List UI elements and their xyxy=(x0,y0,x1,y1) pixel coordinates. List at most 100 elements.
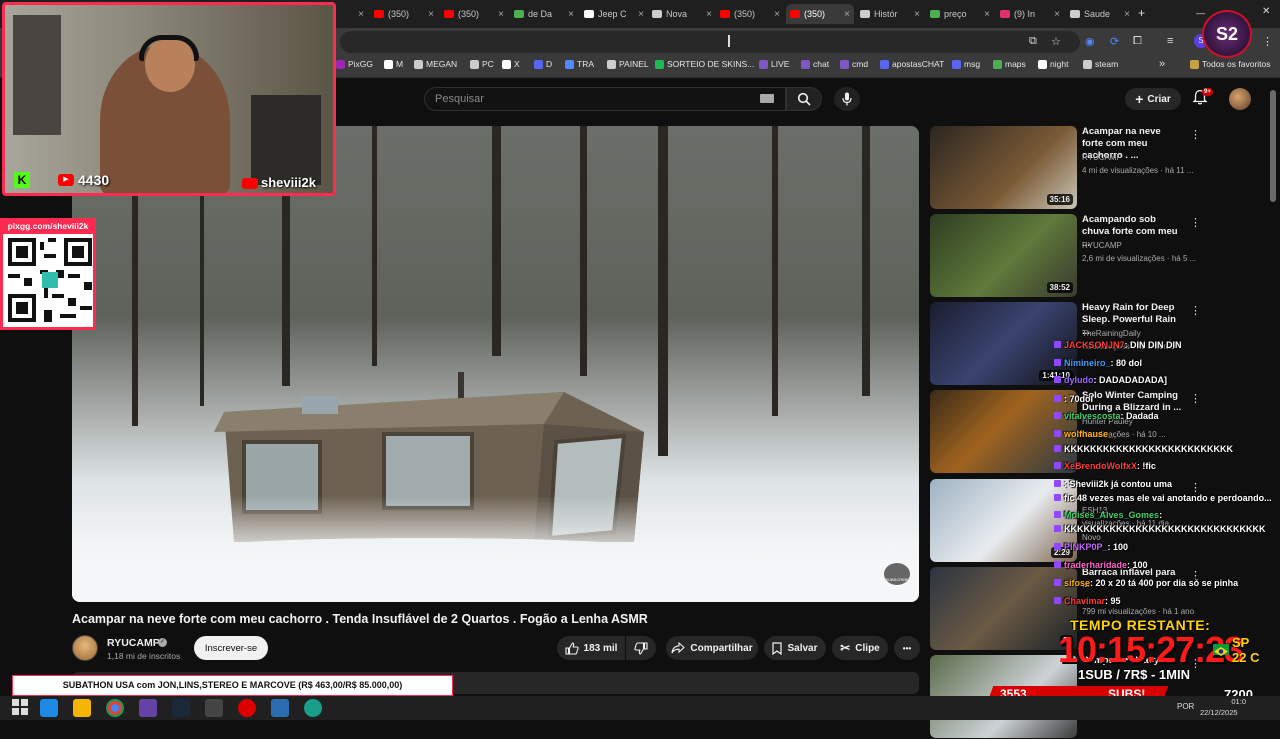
new-tab-button[interactable]: + xyxy=(1138,6,1145,20)
tab-close-icon[interactable]: × xyxy=(1054,9,1060,20)
tab-close-icon[interactable]: × xyxy=(844,9,850,20)
tab-close-icon[interactable]: × xyxy=(774,9,780,20)
bookmark-favicon-icon xyxy=(759,59,768,69)
save-button[interactable]: Salvar xyxy=(764,636,826,660)
recommended-video[interactable]: 38:52 Acampando sob chuva forte com meu .… xyxy=(930,214,1201,298)
tab-close-icon[interactable]: × xyxy=(984,9,990,20)
bookmark-item[interactable]: MEGAN xyxy=(414,59,457,69)
search-input[interactable]: Pesquisar xyxy=(424,87,786,111)
video-thumbnail[interactable]: 35:16 xyxy=(930,126,1077,209)
browser-tab[interactable]: Nova × xyxy=(648,4,716,24)
video-menu-icon[interactable]: ⋮ xyxy=(1190,128,1201,141)
bookmark-item[interactable]: M xyxy=(384,59,403,69)
browser-tab[interactable]: (350) × xyxy=(440,4,508,24)
video-menu-icon[interactable]: ⋮ xyxy=(1190,216,1201,229)
subscribe-button[interactable]: Inscrever-se xyxy=(194,636,268,660)
browser-tab[interactable]: (350) × xyxy=(716,4,784,24)
bookmark-favicon-icon xyxy=(1083,59,1092,69)
tab-close-icon[interactable]: × xyxy=(568,9,574,20)
search-button[interactable] xyxy=(786,87,822,111)
close-window-icon[interactable]: ✕ xyxy=(1262,6,1270,17)
browser-tab[interactable]: (350) × xyxy=(370,4,438,24)
share-button[interactable]: Compartilhar xyxy=(666,636,758,660)
bookmark-item[interactable]: PixGG xyxy=(336,59,373,69)
bookmark-item[interactable]: PC xyxy=(470,59,494,69)
subscribe-watermark[interactable]: SUBSCRIBE xyxy=(884,563,910,585)
browser-tab[interactable]: de Da × xyxy=(510,4,578,24)
windows-store-icon[interactable] xyxy=(40,699,58,717)
chrome-icon[interactable] xyxy=(106,699,124,717)
app-icon[interactable] xyxy=(304,699,322,717)
tab-favicon-icon xyxy=(584,10,594,18)
file-explorer-icon[interactable] xyxy=(73,699,91,717)
minimize-icon[interactable]: — xyxy=(1196,8,1205,18)
extension-audio-icon[interactable]: ◉ xyxy=(1085,35,1095,48)
create-button[interactable]: + Criar xyxy=(1125,88,1181,110)
address-input[interactable] xyxy=(340,31,1080,53)
bookmark-item[interactable]: cmd xyxy=(840,59,868,69)
install-icon[interactable]: ⧉ xyxy=(1029,35,1037,48)
clock-time[interactable]: 01:0 xyxy=(1212,697,1246,706)
bookmark-item[interactable]: msg xyxy=(952,59,980,69)
bookmark-item[interactable]: LIVE xyxy=(759,59,789,69)
keyboard-language[interactable]: POR xyxy=(1177,702,1194,711)
all-favorites-folder[interactable]: Todos os favoritos xyxy=(1190,59,1271,69)
bookmark-item[interactable]: X xyxy=(502,59,520,69)
page-scrollbar[interactable] xyxy=(1270,90,1276,202)
bookmark-item[interactable]: apostasCHAT xyxy=(880,59,944,69)
tab-close-icon[interactable]: × xyxy=(428,9,434,20)
tab-close-icon[interactable]: × xyxy=(638,9,644,20)
bookmark-star-icon[interactable]: ☆ xyxy=(1051,35,1061,48)
account-avatar[interactable] xyxy=(1229,88,1251,110)
browser-tab[interactable]: (350) × xyxy=(786,4,854,24)
bookmark-item[interactable]: night xyxy=(1038,59,1068,69)
app-icon[interactable] xyxy=(205,699,223,717)
tab-close-icon[interactable]: × xyxy=(914,9,920,20)
bookmark-item[interactable]: maps xyxy=(993,59,1026,69)
recording-app-icon[interactable] xyxy=(238,699,256,717)
dislike-button[interactable] xyxy=(626,636,656,660)
recommended-channel[interactable]: RYUCAMP xyxy=(1082,153,1122,162)
recommended-video[interactable]: 35:16 Acampar na neve forte com meu cacho… xyxy=(930,126,1201,210)
channel-avatar[interactable] xyxy=(72,635,98,661)
like-button[interactable]: 183 mil xyxy=(557,636,625,660)
bookmark-item[interactable]: SORTEIO DE SKINS... xyxy=(655,59,754,69)
video-menu-icon[interactable]: ⋮ xyxy=(1190,304,1201,317)
video-player[interactable] xyxy=(72,126,919,602)
bookmark-item[interactable]: PAINEL xyxy=(607,59,649,69)
chat-text: fic 48 vezes mas ele vai anotando e perd… xyxy=(1064,493,1272,503)
channel-name[interactable]: RYUCAMP xyxy=(107,637,160,649)
bookmark-item[interactable]: TRA xyxy=(565,59,594,69)
voice-search-button[interactable] xyxy=(834,87,860,111)
browser-tab[interactable]: preço × xyxy=(926,4,994,24)
more-actions-button[interactable]: ••• xyxy=(894,636,920,660)
tab-close-icon[interactable]: × xyxy=(706,9,712,20)
extension-translate-icon[interactable]: ⟳ xyxy=(1110,35,1119,48)
video-thumbnail[interactable]: 38:52 xyxy=(930,214,1077,297)
browser-tab[interactable]: (9) In × xyxy=(996,4,1064,24)
tab-close-icon[interactable]: × xyxy=(358,9,364,20)
tab-close-icon[interactable]: × xyxy=(1124,9,1130,20)
bookmark-item[interactable]: D xyxy=(534,59,552,69)
app-icon[interactable] xyxy=(271,699,289,717)
obs-icon[interactable] xyxy=(139,699,157,717)
qr-code-icon xyxy=(8,238,92,322)
windows-start-icon[interactable] xyxy=(12,699,30,717)
keyboard-icon[interactable] xyxy=(760,94,774,103)
bookmarks-more-icon[interactable]: » xyxy=(1159,58,1165,70)
recommended-channel[interactable]: TheRainingDaily xyxy=(1082,329,1141,338)
extensions-puzzle-icon[interactable]: ⧠ xyxy=(1133,35,1142,48)
bookmark-label: PAINEL xyxy=(619,59,649,69)
browser-tab[interactable]: Jeep C × xyxy=(580,4,648,24)
browser-tab[interactable]: Histór × xyxy=(856,4,924,24)
bookmark-item[interactable]: steam xyxy=(1083,59,1118,69)
steam-icon[interactable] xyxy=(172,699,190,717)
clip-button[interactable]: ✂ Clipe xyxy=(832,636,888,660)
clock-date[interactable]: 22/12/2025 xyxy=(1200,708,1238,717)
reading-list-icon[interactable]: ≡ xyxy=(1167,35,1173,47)
browser-menu-icon[interactable]: ⋮ xyxy=(1262,35,1273,48)
browser-tab[interactable]: Saude × xyxy=(1066,4,1134,24)
recommended-channel[interactable]: RYUCAMP xyxy=(1082,241,1122,250)
tab-close-icon[interactable]: × xyxy=(498,9,504,20)
bookmark-item[interactable]: chat xyxy=(801,59,829,69)
